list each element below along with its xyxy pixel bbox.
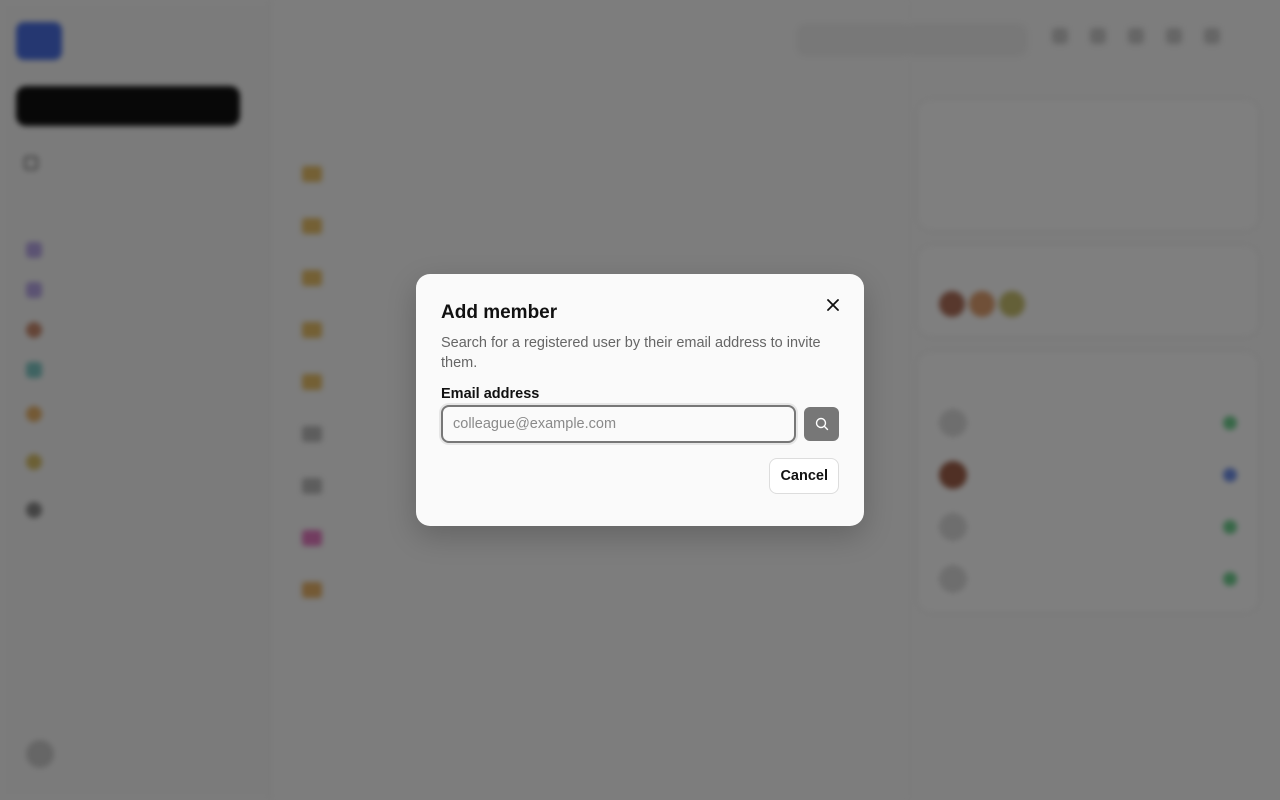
dialog-description: Search for a registered user by their em… [441, 335, 821, 371]
search-user-button[interactable] [804, 407, 839, 441]
add-member-dialog: Add member Search for a registered user … [416, 274, 864, 526]
dialog-title: Add member [441, 302, 558, 323]
search-icon [815, 417, 828, 431]
email-field-row [441, 405, 839, 443]
dialog-actions: Cancel [441, 458, 839, 494]
close-icon [827, 299, 839, 311]
email-label: Email address [441, 386, 540, 402]
email-field[interactable] [441, 405, 796, 443]
cancel-button[interactable]: Cancel [769, 458, 839, 494]
close-button[interactable] [822, 294, 844, 316]
